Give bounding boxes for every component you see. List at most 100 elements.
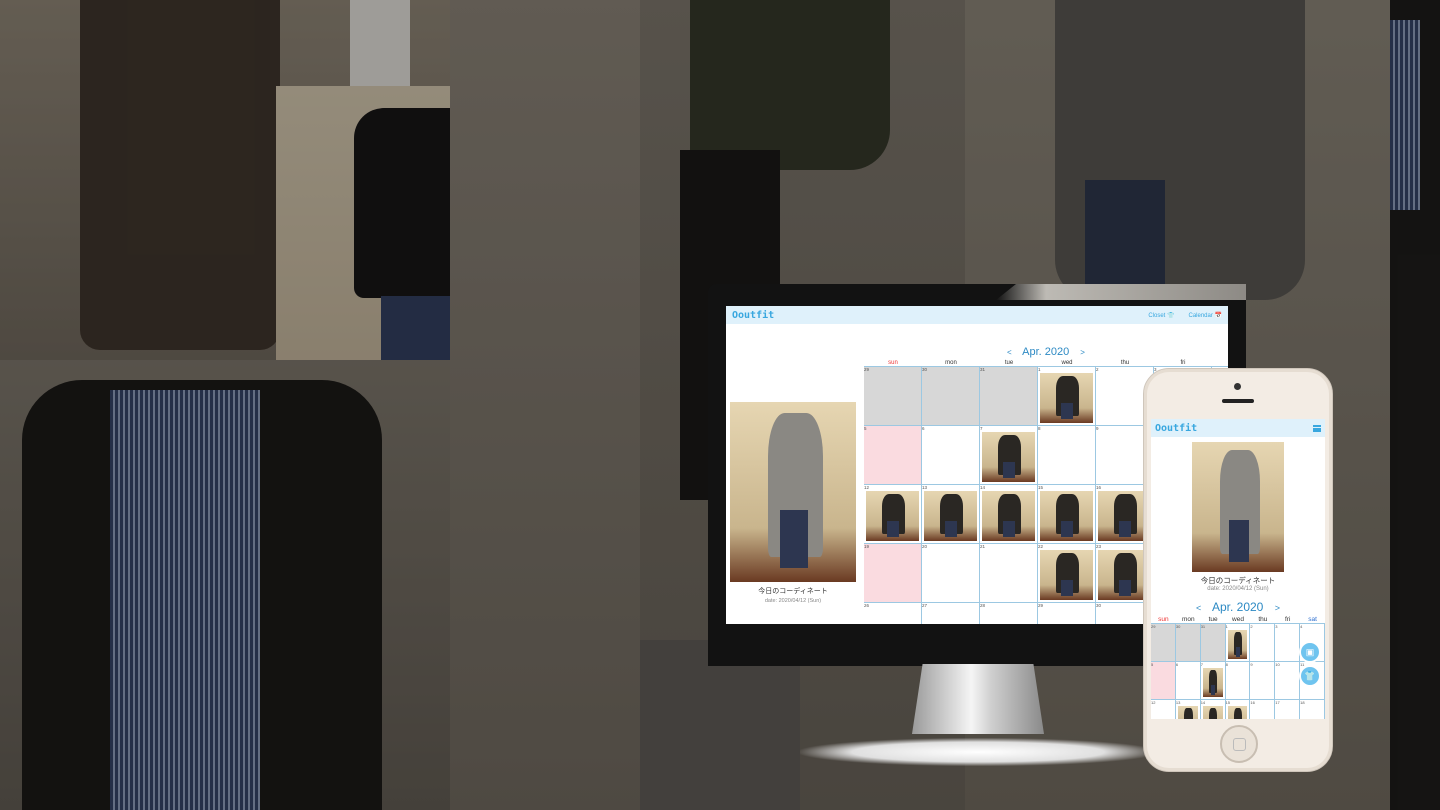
mobile-today-outfit-photo[interactable] bbox=[1192, 442, 1284, 572]
calendar-day-cell[interactable]: 26 bbox=[864, 603, 922, 624]
weekday-label: sun bbox=[888, 360, 898, 366]
outfit-thumbnail[interactable] bbox=[982, 432, 1035, 482]
day-number: 30 bbox=[922, 367, 928, 372]
calendar-day-cell[interactable]: 15 bbox=[1038, 485, 1096, 544]
calendar-day-cell[interactable]: 18 bbox=[1300, 700, 1325, 719]
outfit-thumbnail[interactable] bbox=[924, 491, 977, 541]
day-number: 29 bbox=[864, 367, 870, 372]
calendar-day-cell[interactable]: 14 bbox=[980, 485, 1038, 544]
day-number: 20 bbox=[922, 544, 928, 549]
calendar-day-cell[interactable]: 17 bbox=[1275, 700, 1301, 719]
day-number: 26 bbox=[864, 603, 870, 608]
weekday-label: tue bbox=[1208, 616, 1218, 623]
home-square-icon bbox=[1232, 737, 1246, 751]
day-number: 31 bbox=[1200, 624, 1206, 629]
outfit-thumbnail[interactable] bbox=[1177, 706, 1198, 719]
calendar-day-cell[interactable]: 1 bbox=[1225, 624, 1251, 662]
calendar-day-cell[interactable]: 7 bbox=[980, 426, 1038, 485]
calendar-day-cell[interactable]: 14 bbox=[1200, 700, 1226, 719]
calendar-day-cell[interactable]: 8 bbox=[1038, 426, 1096, 485]
calendar-day-cell[interactable]: 9 bbox=[1250, 662, 1276, 700]
calendar-day-cell[interactable]: 8 bbox=[1225, 662, 1251, 700]
calendar-day-cell[interactable]: 5 bbox=[1151, 662, 1176, 700]
weekday-label: sat bbox=[1308, 616, 1317, 623]
outfit-thumbnail[interactable] bbox=[1227, 630, 1248, 659]
today-outfit-photo[interactable] bbox=[730, 402, 856, 582]
calendar-day-cell[interactable]: 6 bbox=[922, 426, 980, 485]
next-month-button[interactable]: > bbox=[1080, 348, 1085, 357]
outfit-thumbnail[interactable] bbox=[1040, 373, 1093, 423]
outfit-thumbnail[interactable] bbox=[1202, 706, 1223, 719]
app-logo[interactable]: Ooutfit bbox=[732, 310, 774, 321]
coat-figure bbox=[80, 0, 280, 350]
calendar-day-cell[interactable]: 5 bbox=[864, 426, 922, 485]
calendar-day-cell[interactable]: 13 bbox=[922, 485, 980, 544]
weekday-label: wed bbox=[1232, 616, 1244, 623]
calendar-day-cell[interactable]: 31 bbox=[980, 367, 1038, 426]
day-number: 13 bbox=[1175, 700, 1181, 705]
today-outfit-caption: 今日のコーディネート bbox=[758, 588, 828, 595]
calendar-day-cell[interactable]: 20 bbox=[922, 544, 980, 603]
prev-month-button[interactable]: < bbox=[1007, 348, 1012, 357]
weekday-label: thu bbox=[1258, 616, 1268, 623]
day-number: 17 bbox=[1275, 700, 1280, 705]
outfit-thumbnail[interactable] bbox=[866, 491, 919, 541]
header-nav: Closet 👕 Calendar 📅 bbox=[1148, 312, 1222, 319]
calendar-day-cell[interactable]: 22 bbox=[1038, 544, 1096, 603]
calendar-day-cell[interactable]: 29 bbox=[1151, 624, 1176, 662]
day-number: 2 bbox=[1250, 624, 1253, 629]
weekday-label: thu bbox=[1120, 360, 1130, 366]
calendar-day-cell[interactable]: 12 bbox=[864, 485, 922, 544]
outfit-thumbnail[interactable] bbox=[1202, 668, 1223, 697]
day-number: 3 bbox=[1275, 624, 1278, 629]
day-number: 7 bbox=[1200, 662, 1203, 667]
calendar-day-cell[interactable]: 15 bbox=[1225, 700, 1251, 719]
calendar-day-cell[interactable]: 7 bbox=[1200, 662, 1226, 700]
shirt-icon[interactable]: 👕 bbox=[1299, 665, 1321, 687]
calendar-day-cell[interactable]: 6 bbox=[1175, 662, 1201, 700]
calendar-day-cell[interactable]: 29 bbox=[1038, 603, 1096, 624]
mobile-app-logo[interactable]: Ooutfit bbox=[1155, 423, 1197, 434]
nav-calendar-link[interactable]: Calendar 📅 bbox=[1189, 312, 1223, 319]
day-number: 4 bbox=[1300, 624, 1303, 629]
phone-speaker bbox=[1222, 399, 1254, 403]
outfit-thumbnail[interactable] bbox=[1227, 706, 1248, 719]
calendar-day-cell[interactable]: 30 bbox=[1175, 624, 1201, 662]
outfit-thumbnail[interactable] bbox=[1040, 491, 1093, 541]
calendar-day-cell[interactable]: 1 bbox=[1038, 367, 1096, 426]
day-number: 15 bbox=[1038, 485, 1044, 490]
calendar-month-header: < Apr. 2020 > bbox=[864, 346, 1228, 358]
calendar-day-cell[interactable]: 21 bbox=[980, 544, 1038, 603]
closet-icon[interactable]: ▣ bbox=[1299, 641, 1321, 663]
calendar-day-cell[interactable]: 27 bbox=[922, 603, 980, 624]
day-number: 30 bbox=[1096, 603, 1102, 608]
outfit-thumbnail[interactable] bbox=[982, 491, 1035, 541]
outfit-thumbnail[interactable] bbox=[1040, 550, 1093, 600]
calendar-day-cell[interactable]: 3 bbox=[1275, 624, 1301, 662]
hamburger-menu-icon[interactable] bbox=[1313, 424, 1321, 432]
calendar-day-cell[interactable]: 10 bbox=[1275, 662, 1301, 700]
calendar-day-cell[interactable]: 19 bbox=[864, 544, 922, 603]
calendar-day-cell[interactable]: 12 bbox=[1151, 700, 1176, 719]
day-number: 6 bbox=[1175, 662, 1179, 667]
day-number: 7 bbox=[980, 426, 983, 431]
calendar-day-cell[interactable]: 16 bbox=[1250, 700, 1276, 719]
mobile-prev-month-button[interactable]: < bbox=[1196, 603, 1201, 613]
day-number: 22 bbox=[1038, 544, 1044, 549]
photo-tile bbox=[1390, 0, 1440, 810]
day-number: 14 bbox=[980, 485, 986, 490]
day-number: 29 bbox=[1151, 624, 1156, 629]
mobile-weekday-row: sun mon tue wed thu fri sat bbox=[1151, 616, 1325, 624]
calendar-day-cell[interactable]: 29 bbox=[864, 367, 922, 426]
calendar-day-cell[interactable]: 13 bbox=[1175, 700, 1201, 719]
nav-closet-link[interactable]: Closet 👕 bbox=[1148, 312, 1174, 319]
calendar-day-cell[interactable]: 30 bbox=[922, 367, 980, 426]
home-button[interactable] bbox=[1220, 725, 1258, 763]
calendar-day-cell[interactable]: 31 bbox=[1200, 624, 1226, 662]
mobile-next-month-button[interactable]: > bbox=[1275, 603, 1280, 613]
calendar-day-cell[interactable]: 28 bbox=[980, 603, 1038, 624]
day-number: 23 bbox=[1096, 544, 1102, 549]
day-number: 15 bbox=[1225, 700, 1231, 705]
calendar-day-cell[interactable]: 2 bbox=[1250, 624, 1276, 662]
day-number: 8 bbox=[1038, 426, 1041, 431]
